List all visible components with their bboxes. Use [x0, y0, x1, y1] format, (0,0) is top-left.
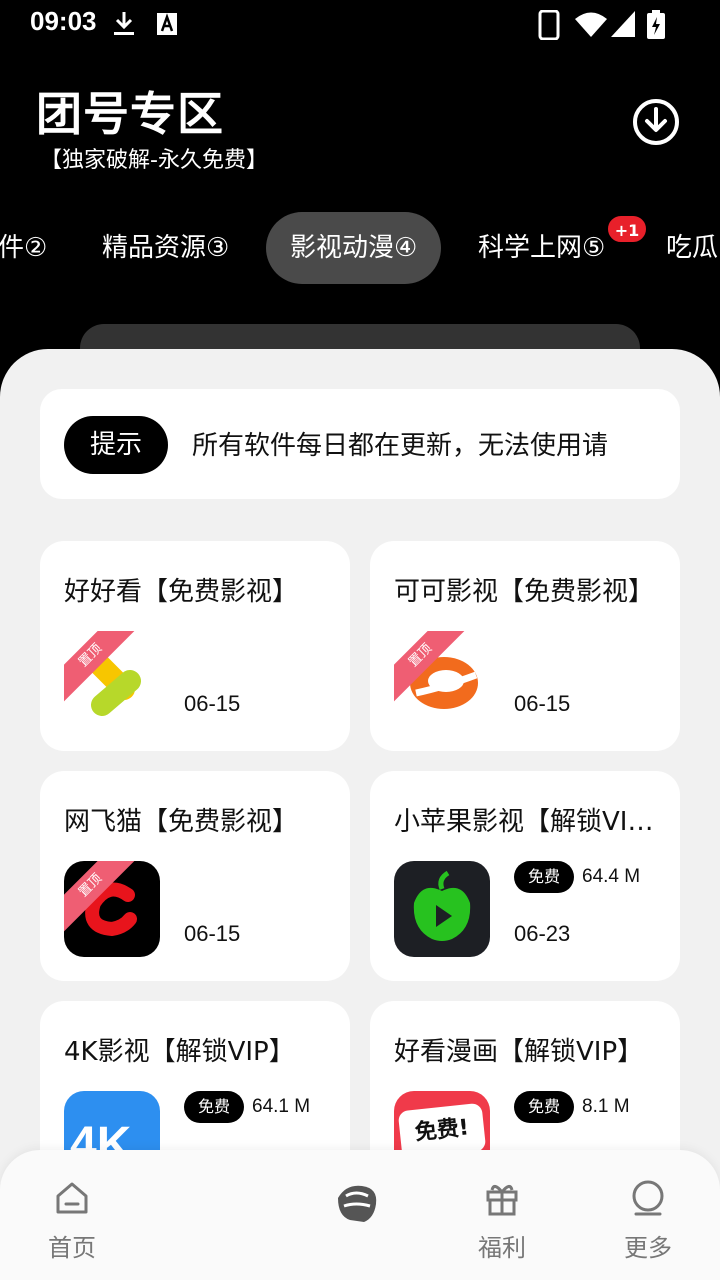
notice-bar: 提示 所有软件每日都在更新，无法使用请: [40, 389, 680, 499]
app-title: 好看漫画【解锁VIP】: [394, 1037, 644, 1067]
notice-tag: 提示: [64, 416, 168, 474]
tab-science-internet[interactable]: 科学上网⑤: [478, 212, 605, 284]
bottom-nav: 首页 福利 更多: [0, 1150, 720, 1280]
app-card[interactable]: 网飞猫【免费影视】 置顶 06-15: [40, 771, 350, 981]
nav-home-label: 首页: [48, 1234, 96, 1262]
tab-badge: +1: [606, 214, 648, 244]
phone-icon: [538, 10, 560, 40]
download-circle-icon[interactable]: [632, 98, 680, 146]
a-icon: [157, 13, 177, 35]
pinned-ribbon: 置顶: [394, 631, 490, 727]
tab-gossip[interactable]: 吃瓜: [666, 212, 718, 284]
app-title: 4K影视【解锁VIP】: [64, 1037, 295, 1067]
app-icon-haohaokan: 置顶: [64, 631, 160, 727]
app-card[interactable]: 可可影视【免费影视】 置顶 06-15: [370, 541, 680, 751]
app-icon-xiaopingguo: [394, 861, 490, 957]
app-size: 64.4 M: [582, 866, 641, 887]
gift-icon: [486, 1185, 518, 1216]
free-badge: 免费: [184, 1091, 245, 1123]
battery-icon: [647, 10, 665, 39]
app-size: 64.1 M: [252, 1096, 311, 1117]
app-date: 06-15: [184, 921, 241, 946]
page-subtitle: 【独家破解-永久免费】: [40, 148, 268, 173]
app-size: 8.1 M: [582, 1096, 630, 1117]
app-date: 06-15: [184, 691, 241, 716]
app-icon-wangfeimao: 置顶: [64, 861, 160, 957]
nav-home[interactable]: 首页: [12, 1178, 132, 1263]
page-title: 团号专区: [36, 87, 224, 141]
app-icon-keke: 置顶: [394, 631, 490, 727]
free-badge: 免费: [514, 1091, 575, 1123]
free-badge: 免费: [514, 861, 575, 893]
nav-more[interactable]: 更多: [588, 1178, 708, 1263]
user-icon: [632, 1180, 664, 1216]
pinned-ribbon: 置顶: [64, 631, 160, 727]
tab-premium-resources[interactable]: 精品资源③: [102, 212, 229, 284]
fist-icon[interactable]: [328, 1176, 384, 1232]
pinned-ribbon: 置顶: [64, 861, 160, 957]
home-icon: [56, 1182, 88, 1214]
main-content: 提示 所有软件每日都在更新，无法使用请 好好看【免费影视】 置顶 06-15 可…: [0, 349, 720, 1280]
app-title: 可可影视【免费影视】: [394, 577, 655, 607]
signal-icon: [611, 11, 635, 37]
app-date: 06-23: [514, 921, 571, 946]
app-title: 好好看【免费影视】: [64, 577, 299, 607]
app-card[interactable]: 小苹果影视【解锁VIP】 免费 64.4 M 06-23: [370, 771, 680, 981]
download-icon: [114, 12, 134, 35]
status-bar: 09:03: [0, 0, 720, 48]
nav-welfare[interactable]: 福利: [442, 1178, 562, 1263]
notice-text: 所有软件每日都在更新，无法使用请: [192, 431, 609, 461]
tab-software[interactable]: 件②: [0, 212, 47, 284]
wifi-icon: [575, 12, 607, 37]
tab-video-anime[interactable]: 影视动漫④: [266, 212, 442, 284]
status-time: 09:03: [30, 6, 97, 36]
app-title: 网飞猫【免费影视】: [64, 807, 299, 837]
app-date: 06-15: [514, 691, 571, 716]
nav-welfare-label: 福利: [478, 1234, 526, 1262]
app-card[interactable]: 好好看【免费影视】 置顶 06-15: [40, 541, 350, 751]
nav-more-label: 更多: [624, 1234, 672, 1262]
app-title: 小苹果影视【解锁VIP】: [394, 807, 660, 837]
